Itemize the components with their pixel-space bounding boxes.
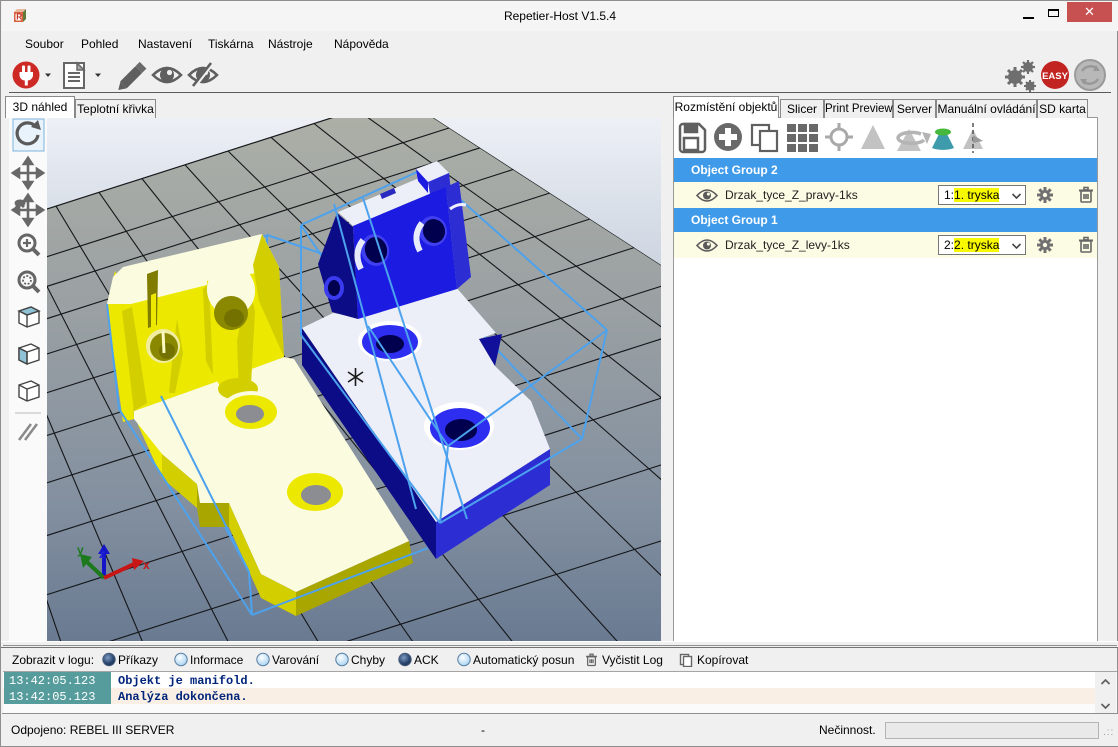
svg-text:EASY: EASY — [1042, 71, 1069, 82]
svg-text:z: z — [99, 547, 105, 561]
svg-text:x: x — [143, 558, 150, 572]
svg-text:y: y — [77, 543, 84, 557]
